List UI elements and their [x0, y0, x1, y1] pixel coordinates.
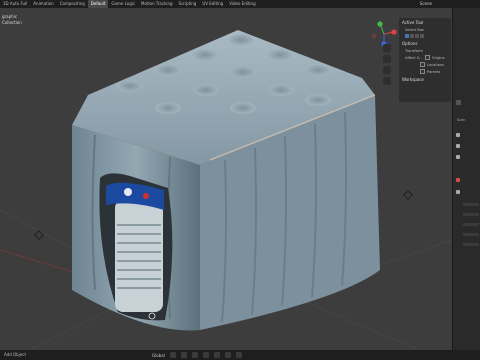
tab-game-logic[interactable]: Game Logic — [108, 0, 138, 8]
locations-row[interactable]: Locations — [399, 61, 451, 68]
tab-3d-auto-full[interactable]: 3D Auto Full — [0, 0, 30, 8]
select-extend-icon[interactable] — [410, 34, 414, 38]
options-header[interactable]: Options — [399, 39, 451, 48]
scene-tab-icon[interactable] — [456, 178, 460, 182]
tool-tab-icon[interactable] — [456, 133, 460, 137]
properties-scene-label: Scen — [457, 118, 466, 122]
properties-editor: Scen — [452, 8, 480, 350]
properties-row[interactable] — [463, 223, 479, 226]
viewport-header-tools: Global — [152, 351, 242, 359]
xray-icon[interactable] — [202, 352, 209, 358]
affect-only-origins-row[interactable]: Affect O... Origins — [399, 54, 451, 61]
tab-uv-editing[interactable]: UV Editing — [199, 0, 226, 8]
shading-solid-icon[interactable] — [213, 352, 220, 358]
tab-compositing[interactable]: Compositing — [57, 0, 88, 8]
zoom-button[interactable] — [383, 44, 391, 52]
tab-animation[interactable]: Animation — [30, 0, 56, 8]
world-tab-icon[interactable] — [456, 190, 460, 194]
viewport-collection: Collection — [2, 20, 22, 25]
locations-checkbox[interactable] — [420, 62, 425, 67]
parents-checkbox[interactable] — [420, 69, 425, 74]
camera-view-button[interactable] — [383, 66, 391, 74]
scene-selector[interactable]: Scene — [420, 0, 432, 8]
origins-checkbox[interactable] — [424, 55, 430, 60]
pan-button[interactable] — [383, 55, 391, 63]
locations-label: Locations — [427, 62, 445, 67]
snap-icon[interactable] — [169, 352, 176, 358]
workspace-header[interactable]: Workspace — [399, 75, 451, 84]
tool-sidebar: Active Tool Select Box Options Transform… — [399, 18, 451, 102]
select-box-label: Select Box — [405, 28, 424, 32]
properties-row[interactable] — [463, 213, 479, 216]
output-tab-icon[interactable] — [456, 155, 460, 159]
shading-material-icon[interactable] — [224, 352, 231, 358]
tab-motion-tracking[interactable]: Motion Tracking — [138, 0, 175, 8]
shrink-wrap-pack — [72, 30, 380, 331]
properties-search-icon[interactable] — [456, 100, 461, 105]
tab-default[interactable]: Default — [87, 0, 109, 8]
viewport-mode-title: graphic — [2, 14, 18, 19]
shading-rendered-icon[interactable] — [235, 352, 242, 358]
select-set-icon[interactable] — [405, 34, 409, 38]
select-subtract-icon[interactable] — [415, 34, 419, 38]
render-tab-icon[interactable] — [456, 144, 460, 148]
workspace-tab-bar: 3D Auto Full Animation Compositing Defau… — [0, 0, 480, 8]
transform-orientation-dropdown[interactable]: Global — [152, 353, 165, 358]
active-tool-header[interactable]: Active Tool — [399, 18, 451, 27]
select-invert-icon[interactable] — [420, 34, 424, 38]
transform-label: Transform — [405, 49, 423, 53]
overlay-icon[interactable] — [191, 352, 198, 358]
tab-video-editing[interactable]: Video Editing — [226, 0, 258, 8]
tab-scripting[interactable]: Scripting — [176, 0, 200, 8]
origins-label: Origins — [431, 55, 445, 60]
3d-viewport[interactable]: graphic Collection Active Tool Select Bo… — [0, 8, 452, 350]
properties-row[interactable] — [463, 203, 479, 206]
parents-label: Parents — [427, 69, 441, 74]
properties-row[interactable] — [463, 233, 479, 236]
parents-row[interactable]: Parents — [399, 68, 451, 75]
proportional-edit-icon[interactable] — [180, 352, 187, 358]
properties-row[interactable] — [463, 243, 479, 246]
perspective-toggle-button[interactable] — [383, 77, 391, 85]
affect-only-label: Affect O... — [405, 55, 423, 60]
status-left-text[interactable]: Add Object — [4, 350, 26, 360]
